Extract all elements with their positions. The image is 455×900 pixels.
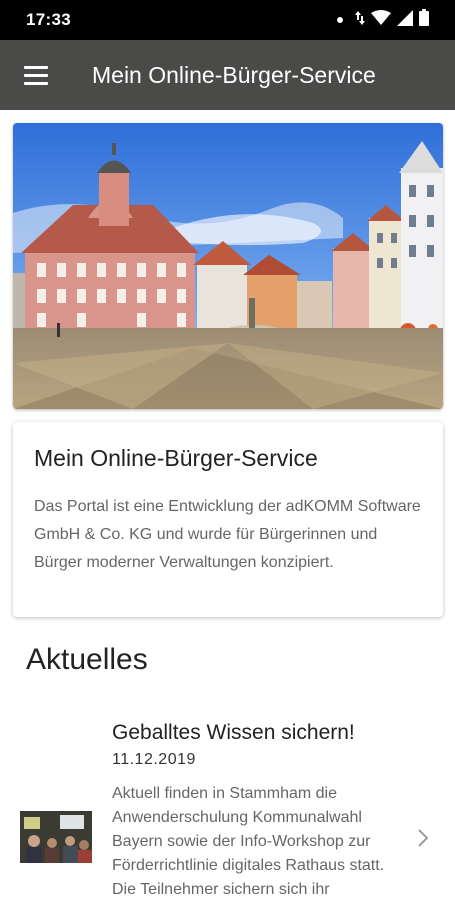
info-card-title: Mein Online-Bürger-Service: [34, 445, 318, 471]
news-list-item[interactable]: Geballtes Wissen sichern! 11.12.2019 Akt…: [0, 715, 455, 900]
app-bar: Mein Online-Bürger-Service: [0, 40, 455, 110]
chevron-right-icon: [412, 826, 434, 850]
info-card-text: Das Portal ist eine Entwicklung der adKO…: [34, 498, 421, 571]
status-time: 17:33: [26, 10, 71, 29]
battery-icon: [419, 9, 429, 31]
hamburger-menu-icon[interactable]: [16, 58, 56, 92]
wifi-icon: [371, 9, 391, 31]
news-excerpt: Aktuell finden in Stammham die Anwenders…: [112, 785, 385, 898]
info-card: Mein Online-Bürger-Service Das Portal is…: [13, 422, 443, 617]
status-icons: [337, 9, 429, 31]
news-title: Geballtes Wissen sichern!: [112, 721, 355, 744]
news-section-title: Aktuelles: [26, 643, 148, 676]
signal-icon: [397, 9, 413, 31]
news-date: 11.12.2019: [112, 751, 196, 768]
status-bar: 17:33: [0, 0, 455, 40]
app-title: Mein Online-Bürger-Service: [92, 62, 376, 88]
notification-dot-icon: [337, 17, 343, 23]
hero-image: [13, 123, 443, 409]
news-thumbnail: [20, 811, 92, 863]
data-arrows-icon: [355, 10, 365, 31]
